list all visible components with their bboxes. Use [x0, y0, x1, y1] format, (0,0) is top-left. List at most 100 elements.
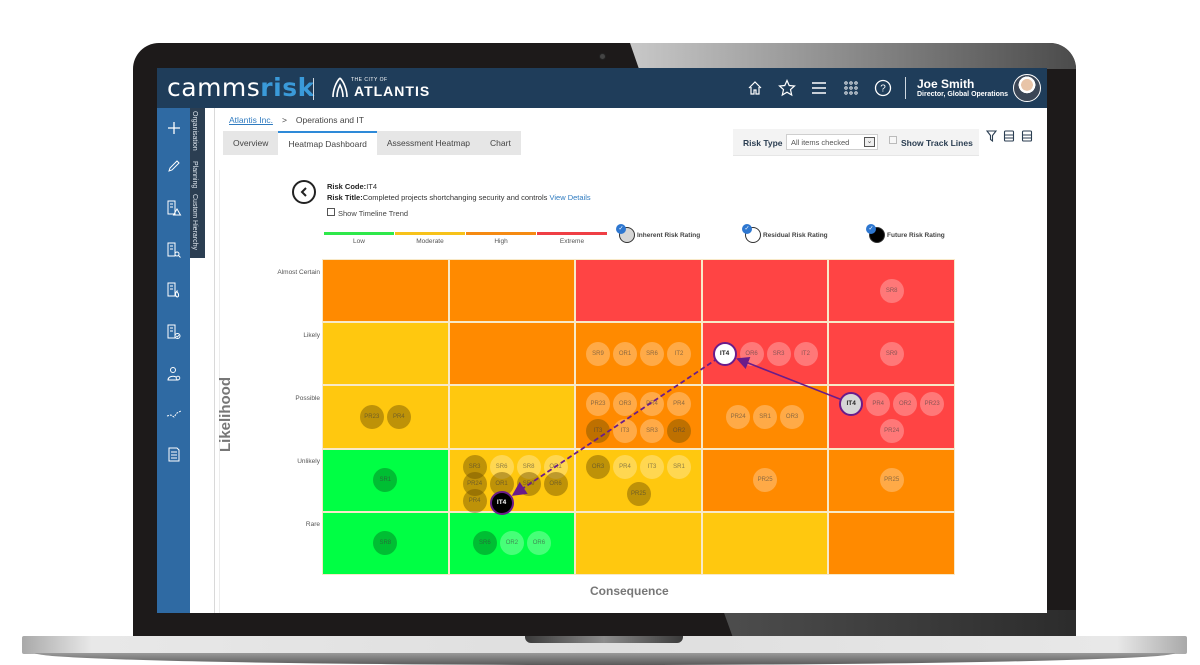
risk-bubble[interactable]: PR4: [613, 454, 637, 479]
risk-bubble[interactable]: IT2: [793, 341, 818, 366]
side-tab-planning[interactable]: Planning: [191, 161, 198, 188]
risk-bubble[interactable]: IT3: [613, 418, 637, 443]
heatmap-cell[interactable]: [575, 511, 702, 575]
risk-bubble[interactable]: OR3: [586, 454, 610, 479]
risk-bubble[interactable]: IT3: [586, 418, 610, 443]
client-logo: THE CITY OF ATLANTIS: [330, 75, 430, 101]
chevron-down-icon[interactable]: ⌄: [864, 137, 875, 147]
heatmap-cell[interactable]: [448, 322, 576, 386]
risk-bubble[interactable]: SR3: [640, 418, 664, 443]
heatmap-cell[interactable]: [575, 259, 702, 323]
risk-bubble[interactable]: SR6: [640, 341, 664, 366]
risk-bubble[interactable]: OR6: [739, 341, 764, 366]
help-icon[interactable]: ?: [873, 78, 893, 98]
risk-bubble[interactable]: PR23: [359, 405, 384, 429]
side-tab-organisation[interactable]: Organisation: [191, 111, 198, 151]
user-name[interactable]: Joe Smith: [917, 77, 974, 91]
risk-bubble[interactable]: OR3: [780, 405, 805, 429]
risk-bubble[interactable]: PR25: [879, 468, 904, 493]
heatmap-cell[interactable]: [448, 385, 576, 449]
breadcrumb-root[interactable]: Atlantis Inc.: [229, 115, 273, 125]
home-icon[interactable]: [745, 78, 765, 98]
risk-bubble[interactable]: PR25: [626, 481, 651, 506]
heatmap-cell[interactable]: [322, 385, 449, 449]
star-icon[interactable]: [777, 78, 797, 98]
show-timeline-label[interactable]: Show Timeline Trend: [338, 209, 408, 218]
risk-code: IT4: [366, 182, 378, 191]
risk-bubble[interactable]: IT3: [640, 454, 664, 479]
risk-bubble[interactable]: PR24: [726, 405, 751, 429]
heatmap-cell[interactable]: [701, 511, 829, 575]
heatmap-cell[interactable]: [322, 259, 449, 323]
apps-grid-icon[interactable]: [841, 78, 861, 98]
top-nav-icons: ?: [745, 78, 893, 98]
risk-type-label: Risk Type: [743, 138, 783, 148]
tab-heatmap-dashboard[interactable]: Heatmap Dashboard: [278, 131, 377, 155]
heatmap-cell[interactable]: [448, 259, 576, 323]
risk-bubble[interactable]: SR3: [766, 341, 791, 366]
inherent-rating-marker[interactable]: IT4: [839, 391, 864, 416]
show-track-lines-label[interactable]: Show Track Lines: [901, 138, 973, 148]
risk-bubble[interactable]: PR24: [879, 418, 904, 443]
risk-bubble[interactable]: OR2: [667, 418, 691, 443]
risk-bubble[interactable]: SR9: [586, 341, 610, 366]
atlantis-logo-icon: [332, 77, 348, 98]
risk-bubble[interactable]: SR1: [667, 454, 691, 479]
tab-assessment-heatmap[interactable]: Assessment Heatmap: [376, 131, 481, 155]
risk-bubble[interactable]: OR1: [613, 341, 637, 366]
brand-prefix: camms: [167, 73, 261, 102]
pencil-icon[interactable]: [163, 155, 185, 177]
show-track-lines-checkbox[interactable]: [889, 136, 897, 144]
risk-bubble[interactable]: PR23: [586, 391, 610, 416]
risk-bubble[interactable]: IT2: [667, 341, 691, 366]
trend-line-icon[interactable]: [163, 403, 185, 425]
heatmap-cell[interactable]: [828, 511, 955, 575]
user-search-icon[interactable]: [163, 363, 185, 385]
risk-bubble[interactable]: SR1: [753, 405, 778, 429]
risk-bubble[interactable]: PR4: [640, 391, 664, 416]
risk-bubble[interactable]: SR9: [879, 341, 904, 366]
risk-bubble[interactable]: SR8: [879, 278, 904, 303]
heatmap-cell[interactable]: [701, 259, 829, 323]
legend-residual[interactable]: ✓ Residual Risk Rating: [742, 224, 828, 245]
risk-bubble[interactable]: OR6: [543, 471, 568, 496]
show-timeline-checkbox[interactable]: [327, 208, 335, 216]
residual-rating-marker[interactable]: IT4: [712, 341, 737, 366]
risk-type-select[interactable]: All items checked ⌄: [786, 134, 878, 150]
document-fire-icon[interactable]: [163, 279, 185, 301]
tab-chart[interactable]: Chart: [480, 131, 521, 155]
report-icon[interactable]: [163, 443, 185, 465]
risk-bubble[interactable]: PR4: [667, 391, 691, 416]
export-icon[interactable]: [1021, 130, 1033, 142]
risk-bubble[interactable]: SR9: [516, 471, 541, 496]
plus-icon[interactable]: [163, 117, 185, 139]
risk-bubble[interactable]: PR23: [920, 391, 945, 416]
row-label: Possible: [295, 395, 320, 402]
document-search-icon[interactable]: [163, 239, 185, 261]
print-icon[interactable]: [1003, 130, 1015, 142]
risk-bubble[interactable]: PR4: [462, 488, 487, 513]
future-rating-marker[interactable]: IT4: [489, 490, 514, 515]
risk-type-value: All items checked: [791, 138, 850, 147]
legend-inherent[interactable]: ✓ Inherent Risk Rating: [616, 224, 700, 245]
heatmap-cell[interactable]: [322, 322, 449, 386]
risk-bubble[interactable]: PR4: [386, 405, 411, 429]
back-button[interactable]: [292, 180, 316, 204]
risk-bubble[interactable]: OR3: [613, 391, 637, 416]
risk-bubble[interactable]: OR2: [893, 391, 918, 416]
brand-logo[interactable]: cammsrisk: [167, 73, 315, 102]
risk-bubble[interactable]: PR4: [866, 391, 891, 416]
chevron-left-icon: [300, 187, 307, 197]
side-tab-custom-hierarchy[interactable]: Custom Hierarchy: [191, 194, 198, 250]
check-icon: ✓: [866, 224, 876, 234]
document-warning-icon[interactable]: [163, 197, 185, 219]
avatar[interactable]: [1013, 74, 1041, 102]
tab-bar: Overview Heatmap Dashboard Assessment He…: [223, 131, 521, 155]
menu-icon[interactable]: [809, 78, 829, 98]
tab-overview[interactable]: Overview: [223, 131, 279, 155]
view-details-link[interactable]: View Details: [550, 193, 591, 202]
filter-icon[interactable]: [985, 130, 997, 142]
legend-future[interactable]: ✓ Future Risk Rating: [866, 224, 945, 245]
document-check-icon[interactable]: [163, 321, 185, 343]
rating-label-moderate: Moderate: [416, 238, 444, 245]
